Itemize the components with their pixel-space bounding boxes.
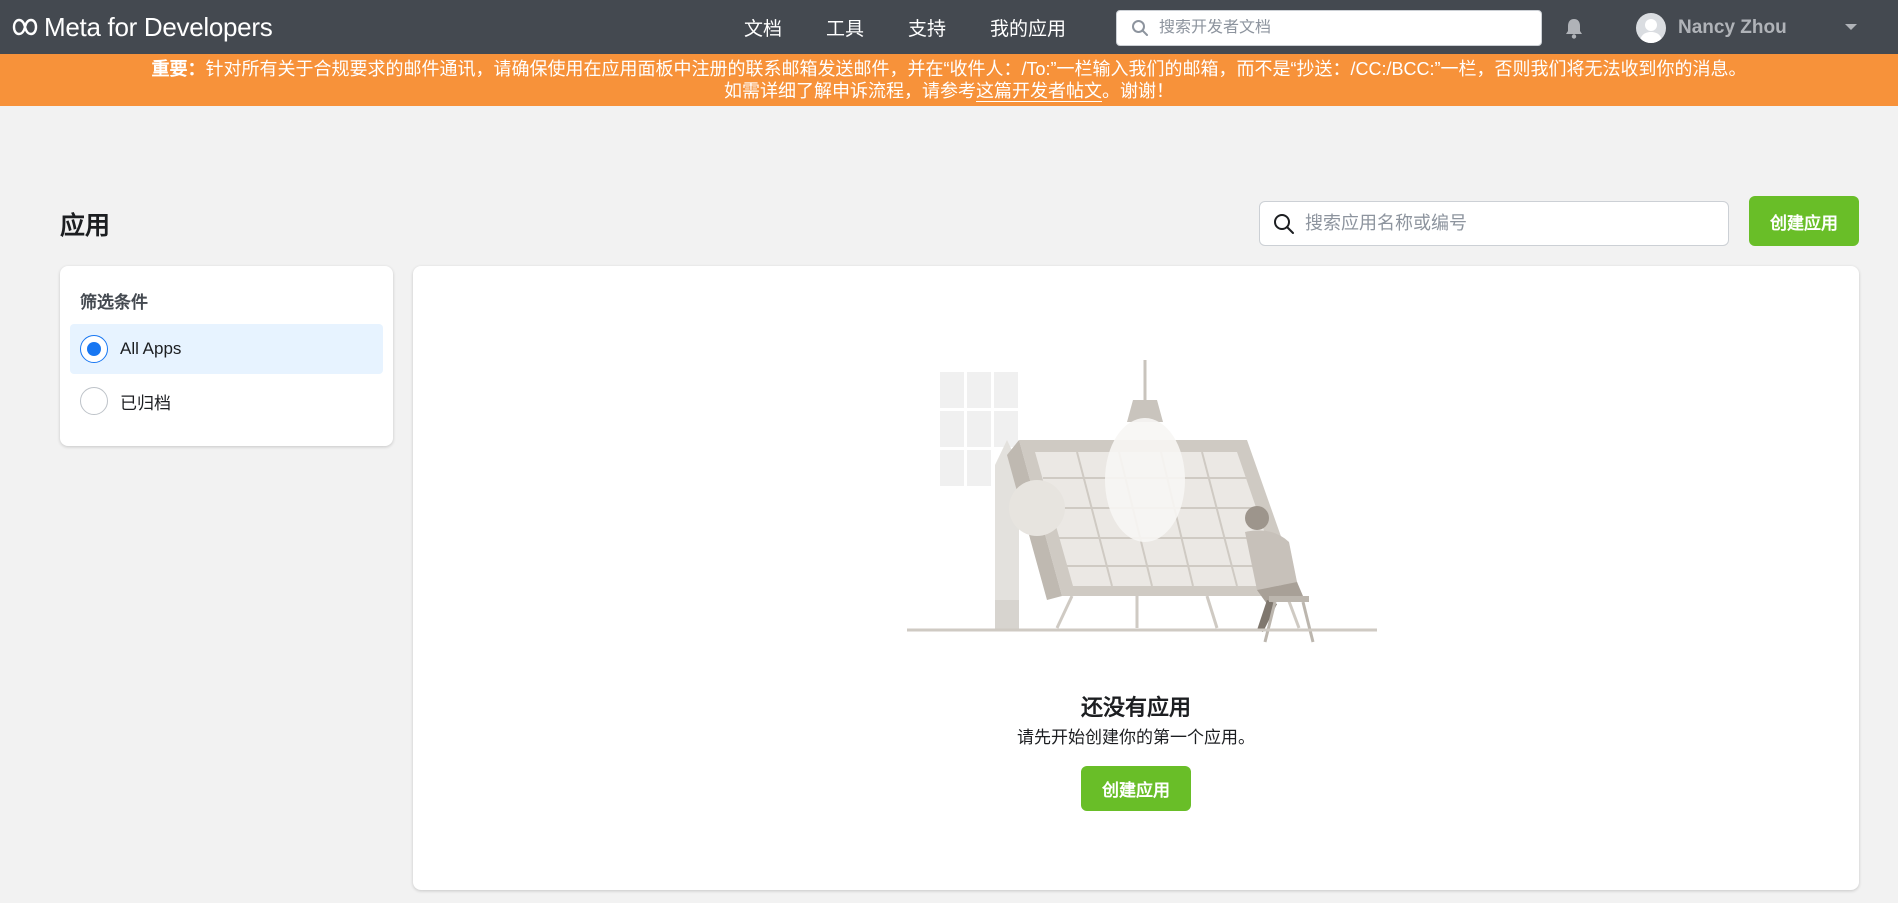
nav-link-docs[interactable]: 文档 bbox=[744, 14, 782, 41]
brand-logo[interactable]: Meta for Developers bbox=[10, 11, 273, 42]
drafting-table-illustration bbox=[907, 360, 1377, 643]
apps-empty-state-card: 还没有应用 请先开始创建你的第一个应用。 创建应用 bbox=[413, 266, 1859, 890]
user-silhouette-icon bbox=[1640, 19, 1662, 43]
filter-title: 筛选条件 bbox=[80, 293, 148, 312]
empty-state-title: 还没有应用 bbox=[1080, 695, 1191, 720]
filter-option-all-apps[interactable]: All Apps bbox=[70, 324, 383, 374]
avatar bbox=[1636, 13, 1666, 43]
nav-link-support[interactable]: 支持 bbox=[908, 14, 946, 41]
user-menu[interactable]: Nancy Zhou bbox=[1636, 12, 1787, 44]
user-name: Nancy Zhou bbox=[1678, 17, 1787, 38]
notice-text-pre: 如需详细了解申诉流程，请参考 bbox=[724, 81, 976, 101]
filter-option-archived[interactable]: 已归档 bbox=[70, 376, 383, 426]
filter-panel: 筛选条件 All Apps 已归档 bbox=[60, 266, 393, 446]
top-nav: Meta for Developers 文档 工具 支持 我的应用 Nancy … bbox=[0, 0, 1898, 54]
app-search-box[interactable] bbox=[1259, 201, 1729, 246]
developer-post-link[interactable]: 这篇开发者帖文 bbox=[976, 81, 1102, 102]
app-search-input[interactable] bbox=[1305, 213, 1705, 234]
filter-option-label: 已归档 bbox=[120, 393, 171, 413]
notice-lead: 重要： bbox=[151, 59, 206, 79]
filter-option-label: All Apps bbox=[120, 339, 182, 358]
create-app-button[interactable]: 创建应用 bbox=[1749, 196, 1859, 246]
docs-search-box[interactable] bbox=[1116, 10, 1542, 46]
radio-button-selected[interactable] bbox=[80, 335, 108, 363]
search-icon bbox=[1132, 20, 1148, 36]
empty-state-subtitle: 请先开始创建你的第一个应用。 bbox=[1017, 728, 1255, 747]
radio-button[interactable] bbox=[80, 387, 108, 415]
notice-text-post: 。谢谢！ bbox=[1102, 81, 1174, 101]
compliance-notice-banner: 重要：针对所有关于合规要求的邮件通讯，请确保使用在应用面板中注册的联系邮箱发送邮… bbox=[0, 54, 1898, 106]
create-first-app-button[interactable]: 创建应用 bbox=[1081, 766, 1191, 811]
meta-infinity-icon bbox=[12, 18, 38, 36]
notice-line-1: 重要：针对所有关于合规要求的邮件通讯，请确保使用在应用面板中注册的联系邮箱发送邮… bbox=[0, 58, 1898, 80]
search-icon bbox=[1274, 213, 1294, 234]
notice-text: 针对所有关于合规要求的邮件通讯，请确保使用在应用面板中注册的联系邮箱发送邮件，并… bbox=[205, 59, 1747, 79]
page-title: 应用 bbox=[60, 212, 111, 240]
nav-link-tools[interactable]: 工具 bbox=[826, 14, 864, 41]
brand-name: Meta for Developers bbox=[44, 11, 273, 42]
nav-links: 文档 工具 支持 我的应用 bbox=[744, 0, 1066, 54]
notice-line-2: 如需详细了解申诉流程，请参考这篇开发者帖文。谢谢！ bbox=[0, 80, 1898, 102]
notification-bell-icon[interactable] bbox=[1562, 16, 1586, 40]
chevron-down-icon[interactable] bbox=[1844, 22, 1858, 32]
nav-link-my-apps[interactable]: 我的应用 bbox=[990, 14, 1066, 41]
docs-search-input[interactable] bbox=[1159, 19, 1529, 37]
